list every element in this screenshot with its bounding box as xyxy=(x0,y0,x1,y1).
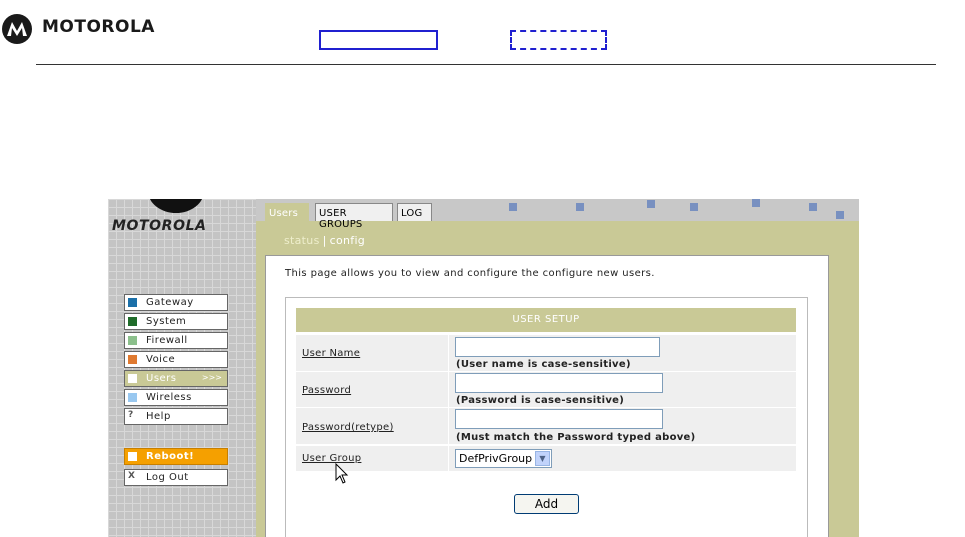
sidebar-logo-icon xyxy=(148,199,204,213)
password-retype-hint: (Must match the Password typed above) xyxy=(456,432,696,443)
sidebar-item-wireless[interactable]: Wireless xyxy=(124,389,228,406)
logout-button[interactable]: X Log Out xyxy=(124,469,228,486)
voice-icon xyxy=(128,355,137,364)
user-name-hint: (User name is case-sensitive) xyxy=(456,359,631,370)
header-placeholder-box xyxy=(319,30,438,50)
user-setup-form: USER SETUP User Name (User name is case-… xyxy=(285,297,808,537)
firewall-icon xyxy=(128,336,137,345)
sidebar-item-label: Help xyxy=(146,411,171,422)
password-row: Password (Password is case-sensitive) xyxy=(296,372,796,407)
row-divider xyxy=(448,335,449,371)
users-icon xyxy=(128,374,137,383)
user-group-selected-value: DefPrivGroup xyxy=(459,452,533,465)
sidebar-item-users[interactable]: Users >>> xyxy=(124,370,228,387)
gateway-icon xyxy=(128,298,137,307)
row-divider xyxy=(448,372,449,407)
header-brand: MOTOROLA xyxy=(42,17,155,37)
sidebar-item-label: Users xyxy=(146,373,177,384)
decorative-square xyxy=(836,211,844,219)
header-dashed-box xyxy=(510,30,607,50)
sidebar: MOTOROLA Gateway System Firewall Voice U… xyxy=(108,199,256,537)
motorola-logo-icon xyxy=(2,14,32,44)
chevron-down-icon[interactable]: ▼ xyxy=(535,451,550,466)
decorative-square xyxy=(809,203,817,211)
tab-users[interactable]: Users xyxy=(265,203,309,221)
sidebar-item-label: System xyxy=(146,316,187,327)
header-divider xyxy=(36,64,936,65)
decorative-square xyxy=(576,203,584,211)
sidebar-item-label: Firewall xyxy=(146,335,188,346)
reboot-label: Reboot! xyxy=(146,451,195,462)
password-label: Password xyxy=(302,385,352,396)
sidebar-item-label: Wireless xyxy=(146,392,192,403)
tab-user-groups[interactable]: USER GROUPS xyxy=(315,203,393,230)
user-name-row: User Name (User name is case-sensitive) xyxy=(296,335,796,371)
reboot-icon xyxy=(128,452,137,461)
form-title: USER SETUP xyxy=(296,308,796,332)
password-retype-label: Password(retype) xyxy=(302,422,394,433)
reboot-button[interactable]: Reboot! xyxy=(124,448,228,465)
add-button[interactable]: Add xyxy=(514,494,579,514)
decorative-square xyxy=(509,203,517,211)
password-input[interactable] xyxy=(455,373,663,393)
user-group-select[interactable]: DefPrivGroup ▼ xyxy=(455,449,552,468)
password-retype-row: Password(retype) (Must match the Passwor… xyxy=(296,408,796,444)
sidebar-item-help[interactable]: ? Help xyxy=(124,408,228,425)
subnav-separator: | xyxy=(322,234,327,247)
user-group-row: User Group DefPrivGroup ▼ xyxy=(296,446,796,471)
help-icon: ? xyxy=(128,410,134,420)
user-name-input[interactable] xyxy=(455,337,660,357)
password-hint: (Password is case-sensitive) xyxy=(456,395,625,406)
decorative-square xyxy=(752,199,760,207)
main-panel: This page allows you to view and configu… xyxy=(265,255,829,537)
sidebar-item-voice[interactable]: Voice xyxy=(124,351,228,368)
router-ui-frame: MOTOROLA Gateway System Firewall Voice U… xyxy=(108,199,859,537)
subnav-status-link[interactable]: status xyxy=(284,234,320,247)
system-icon xyxy=(128,317,137,326)
user-name-label: User Name xyxy=(302,348,361,359)
mouse-cursor-icon xyxy=(335,463,349,484)
sidebar-item-gateway[interactable]: Gateway xyxy=(124,294,228,311)
user-group-label: User Group xyxy=(302,453,362,464)
subnav: status | config xyxy=(284,234,365,247)
sidebar-item-system[interactable]: System xyxy=(124,313,228,330)
password-retype-input[interactable] xyxy=(455,409,663,429)
active-arrows-icon: >>> xyxy=(201,373,222,382)
sidebar-brand: MOTOROLA xyxy=(112,218,207,234)
logout-icon: X xyxy=(128,471,135,481)
decorative-square xyxy=(647,200,655,208)
sidebar-item-label: Voice xyxy=(146,354,176,365)
wireless-icon xyxy=(128,393,137,402)
tab-log[interactable]: LOG xyxy=(397,203,432,221)
page-description: This page allows you to view and configu… xyxy=(285,268,655,279)
subnav-config-link[interactable]: config xyxy=(330,234,365,247)
row-divider xyxy=(448,446,449,471)
logout-label: Log Out xyxy=(146,472,189,483)
decorative-square xyxy=(690,203,698,211)
sidebar-item-firewall[interactable]: Firewall xyxy=(124,332,228,349)
row-divider xyxy=(448,408,449,444)
sidebar-item-label: Gateway xyxy=(146,297,194,308)
